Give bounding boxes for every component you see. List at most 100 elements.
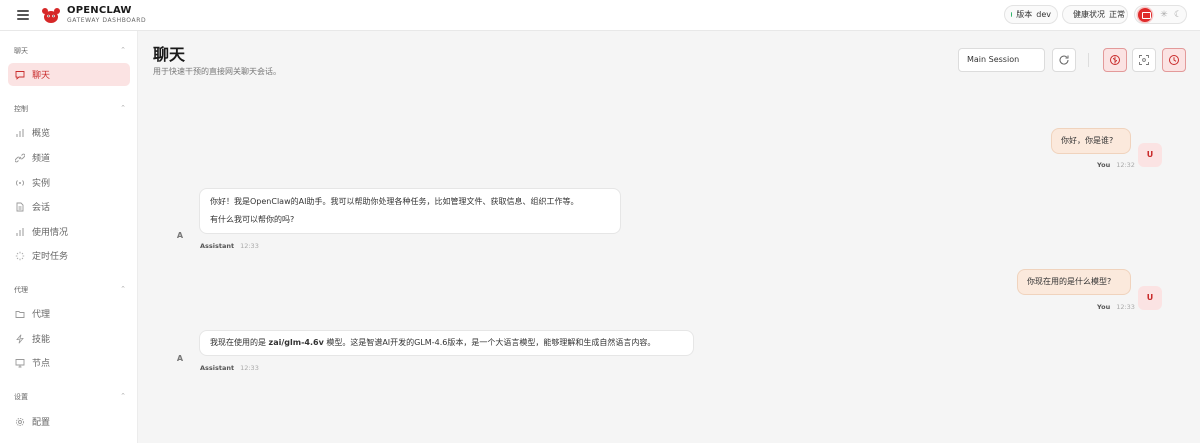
bar-chart-icon	[15, 128, 25, 138]
status-dot-icon	[1011, 12, 1013, 17]
message-author: Assistant	[200, 364, 235, 372]
chevron-up-icon: ⌃	[120, 104, 126, 112]
sidebar-item-usage[interactable]: 使用情况	[8, 220, 130, 243]
health-label: 健康状况	[1073, 10, 1105, 19]
message-text: 你现在用的是什么模型?	[1027, 277, 1112, 286]
session-select[interactable]: Main Session	[958, 48, 1045, 72]
top-bar: OPENCLAW GATEWAY DASHBOARD 版本 dev 健康状况 正…	[0, 0, 1200, 31]
toolbar-divider	[1088, 53, 1089, 67]
message-text: 你好！我是OpenClaw的AI助手。我可以帮助你处理各种任务，比如管理文件、获…	[210, 197, 579, 206]
folder-icon	[15, 309, 25, 319]
sidebar-item-instances[interactable]: 实例	[8, 171, 130, 194]
sidebar-item-label: 频道	[32, 154, 51, 164]
sidebar-item-label: 代理	[32, 310, 51, 320]
sidebar-item-overview[interactable]: 概览	[8, 121, 130, 144]
loader-icon	[15, 251, 25, 261]
sidebar-item-chat[interactable]: 聊天	[8, 63, 130, 86]
message-text: 你好，你是谁?	[1061, 136, 1114, 145]
brand-title: OPENCLAW	[67, 5, 132, 16]
bar-chart-icon	[15, 227, 25, 237]
chevron-up-icon: ⌃	[120, 285, 126, 293]
message-author: You	[1097, 161, 1111, 169]
message-time: 12:33	[240, 364, 259, 372]
document-icon	[15, 202, 25, 212]
message-meta: You 12:33	[1097, 303, 1135, 311]
message-text: 有什么我可以帮你的吗?	[210, 215, 295, 224]
model-name: zai/glm-4.6v	[268, 338, 324, 347]
chevron-up-icon: ⌃	[120, 392, 126, 400]
group-label: 代理	[14, 286, 28, 294]
chevron-up-icon: ⌃	[120, 46, 126, 54]
sidebar-group-agents[interactable]: 代理 ⌃	[14, 285, 126, 295]
sidebar-item-label: 技能	[32, 335, 51, 345]
sidebar-item-channels[interactable]: 频道	[8, 146, 130, 169]
sidebar-item-scheduled-tasks[interactable]: 定时任务	[8, 244, 130, 267]
message-time: 12:33	[1116, 303, 1135, 311]
sidebar-item-skills[interactable]: 技能	[8, 327, 130, 350]
sidebar-item-label: 实例	[32, 179, 51, 189]
sidebar-group-control[interactable]: 控制 ⌃	[14, 104, 126, 114]
user-avatar: U	[1138, 143, 1162, 167]
version-value: dev	[1036, 10, 1051, 19]
assistant-avatar: A	[176, 231, 184, 240]
brand-subtitle: GATEWAY DASHBOARD	[67, 17, 147, 24]
message-time: 12:32	[1116, 161, 1135, 169]
moon-icon[interactable]: ☾	[1171, 8, 1185, 22]
history-button[interactable]	[1162, 48, 1186, 72]
sun-icon[interactable]: ✳	[1157, 8, 1171, 22]
sidebar-item-sessions[interactable]: 会话	[8, 195, 130, 218]
sidebar-group-chat[interactable]: 聊天 ⌃	[14, 46, 126, 56]
sidebar-item-nodes[interactable]: 节点	[8, 351, 130, 374]
radio-icon	[15, 178, 25, 188]
message-text: 模型。这是智谱AI开发的GLM-4.6版本，是一个大语言模型，能够理解和生成自然…	[323, 338, 656, 347]
assistant-message-bubble: 我现在使用的是 zai/glm-4.6v 模型。这是智谱AI开发的GLM-4.6…	[199, 330, 694, 356]
message-meta: You 12:32	[1097, 161, 1135, 169]
focus-mode-button[interactable]	[1132, 48, 1156, 72]
version-label: 版本	[1016, 10, 1033, 19]
menu-icon[interactable]	[17, 10, 29, 20]
group-label: 设置	[14, 393, 28, 401]
system-theme-icon[interactable]	[1138, 8, 1152, 22]
sidebar-group-settings[interactable]: 设置 ⌃	[14, 392, 126, 402]
sidebar-item-label: 定时任务	[32, 252, 69, 262]
focus-icon	[1139, 55, 1149, 65]
user-avatar: U	[1138, 286, 1162, 310]
message-icon	[15, 70, 25, 80]
health-value: 正常	[1109, 10, 1125, 19]
openclaw-logo	[42, 8, 60, 23]
refresh-button[interactable]	[1052, 48, 1076, 72]
user-message-bubble: 你现在用的是什么模型?	[1017, 269, 1131, 295]
message-author: Assistant	[200, 242, 235, 250]
health-badge: 健康状况 正常	[1062, 5, 1128, 24]
message-text: 我现在使用的是	[210, 338, 269, 347]
message-meta: Assistant 12:33	[200, 364, 259, 372]
clock-icon	[1169, 55, 1179, 65]
page-subtitle: 用于快速干预的直接网关聊天会话。	[153, 67, 281, 76]
sidebar-item-label: 配置	[32, 418, 51, 428]
sidebar-item-label: 节点	[32, 359, 51, 369]
assistant-avatar: A	[176, 354, 184, 363]
message-time: 12:33	[240, 242, 259, 250]
theme-switcher: ✳ ☾	[1134, 5, 1187, 24]
assistant-message-bubble: 你好！我是OpenClaw的AI助手。我可以帮助你处理各种任务，比如管理文件、获…	[199, 188, 621, 234]
version-badge: 版本 dev	[1004, 5, 1058, 24]
page-title: 聊天	[153, 45, 186, 64]
sidebar-item-label: 会话	[32, 203, 51, 213]
refresh-icon	[1059, 55, 1069, 65]
sidebar: 聊天 ⌃ 聊天 控制 ⌃ 概览 频道 实例 会话 使用情况 定时任务 代理 ⌃	[0, 31, 138, 443]
message-meta: Assistant 12:33	[200, 242, 259, 250]
link-icon	[15, 153, 25, 163]
user-message-bubble: 你好，你是谁?	[1051, 128, 1131, 154]
zap-icon	[15, 334, 25, 344]
sidebar-item-config[interactable]: 配置	[8, 410, 130, 433]
sidebar-item-label: 聊天	[32, 71, 51, 81]
sidebar-item-agents[interactable]: 代理	[8, 302, 130, 325]
monitor-icon	[15, 358, 25, 368]
thinking-toggle-button[interactable]	[1103, 48, 1127, 72]
sidebar-item-label: 使用情况	[32, 228, 69, 238]
sidebar-item-label: 概览	[32, 129, 51, 139]
brain-icon	[1110, 55, 1120, 65]
group-label: 聊天	[14, 47, 28, 55]
message-author: You	[1097, 303, 1111, 311]
gear-icon	[15, 417, 25, 427]
